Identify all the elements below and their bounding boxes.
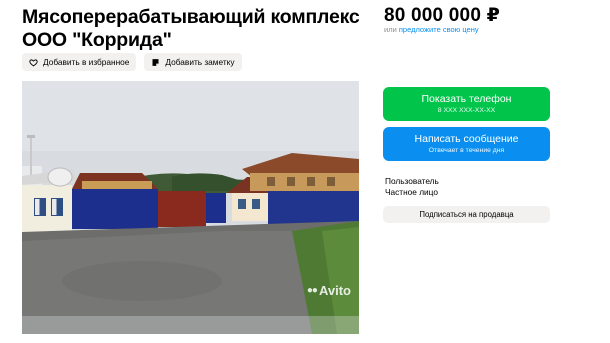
seller-type: Частное лицо [385,187,438,197]
listing-actions: Добавить в избранное Добавить заметку [22,53,242,71]
price-value: 80 000 000 ₽ [384,5,500,26]
show-phone-label: Показать телефон [421,93,512,105]
add-to-favorites-label: Добавить в избранное [43,57,130,67]
price-offer-line: или предложите свою цену [384,25,479,34]
seller-name[interactable]: Пользователь [385,176,439,186]
avito-logo-icon: ●● [306,285,318,296]
phone-masked: 8 XXX XXX-XX-XX [437,107,496,114]
heart-icon [29,58,38,67]
price-or-text: или [384,25,399,34]
write-message-label: Написать сообщение [414,133,519,145]
add-to-favorites-button[interactable]: Добавить в избранное [22,53,137,71]
write-message-button[interactable]: Написать сообщение Отвечает в течение дн… [383,127,550,161]
avito-watermark: ●● Avito [307,283,351,298]
offer-price-link[interactable]: предложите свою цену [399,25,479,34]
listing-photo[interactable]: ●● Avito [22,81,359,334]
subscribe-seller-button[interactable]: Подписаться на продавца [383,206,550,223]
response-time: Отвечает в течение дня [428,147,505,154]
note-icon [151,58,160,67]
add-note-label: Добавить заметку [165,57,235,67]
add-note-button[interactable]: Добавить заметку [144,53,242,71]
watermark-label: Avito [318,283,351,298]
listing-title: Мясоперерабатывающий комплекс ООО "Корри… [22,6,360,51]
show-phone-button[interactable]: Показать телефон 8 XXX XXX-XX-XX [383,87,550,121]
